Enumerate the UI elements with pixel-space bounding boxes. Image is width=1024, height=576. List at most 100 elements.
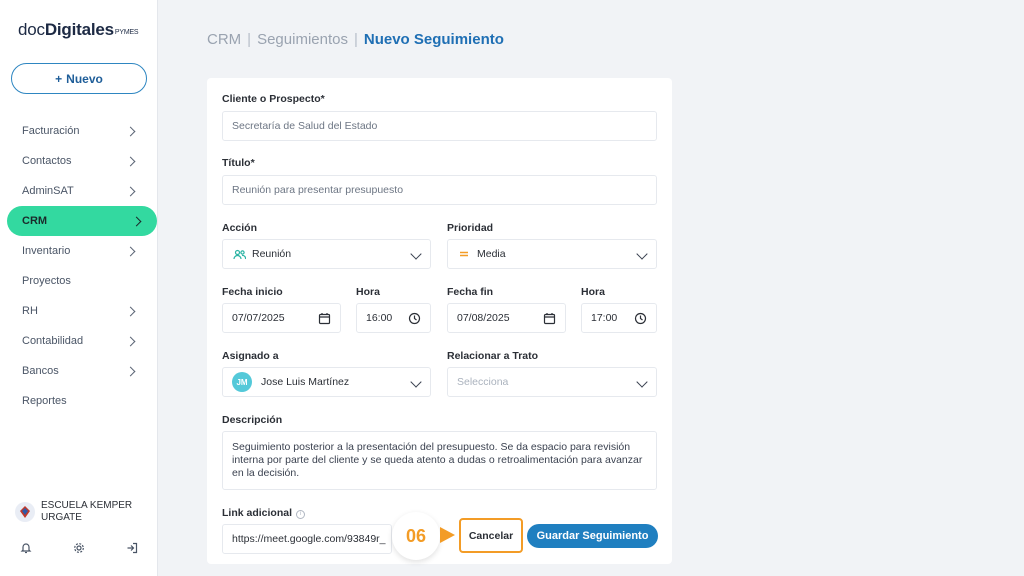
logo-light: doc [18, 20, 45, 39]
sidebar-footer [0, 541, 158, 555]
sidebar-item-inventario[interactable]: Inventario [0, 236, 158, 266]
client-label: Cliente o Prospecto* [222, 93, 325, 105]
chevron-right-icon [125, 306, 136, 316]
title-input[interactable]: Reunión para presentar presupuesto [222, 175, 657, 205]
step-badge: 06 [392, 512, 440, 560]
chevron-right-icon [125, 246, 136, 256]
end-time-label: Hora [581, 286, 605, 298]
clock-icon[interactable] [408, 312, 422, 326]
client-value: Secretaría de Salud del Estado [232, 120, 378, 132]
start-date-value: 07/07/2025 [232, 312, 285, 324]
assigned-select[interactable]: JM Jose Luis Martínez [222, 367, 431, 397]
info-icon[interactable]: i [296, 509, 306, 519]
avatar: JM [232, 372, 252, 392]
cancel-button[interactable]: Cancelar [459, 518, 523, 553]
calendar-icon[interactable] [318, 312, 332, 326]
link-label: Link adicional i [222, 507, 306, 519]
start-time-value: 16:00 [366, 312, 393, 324]
sidebar: docDigitalesPYMES + Nuevo Facturación Co… [0, 0, 158, 576]
chevron-right-icon [125, 156, 136, 166]
sidebar-item-contabilidad[interactable]: Contabilidad [0, 326, 158, 356]
page-title: Nuevo Seguimiento [363, 31, 504, 48]
org-logo-icon [15, 502, 35, 522]
sidebar-item-rh[interactable]: RH [0, 296, 158, 326]
end-date-value: 07/08/2025 [457, 312, 510, 324]
new-button[interactable]: + Nuevo [11, 63, 147, 94]
sidebar-item-contactos[interactable]: Contactos [0, 146, 158, 176]
sidebar-item-bancos[interactable]: Bancos [0, 356, 158, 386]
title-label: Título* [222, 157, 255, 169]
sidebar-item-reportes[interactable]: Reportes [0, 386, 158, 416]
users-icon [232, 249, 246, 260]
sidebar-item-adminsat[interactable]: AdminSAT [0, 176, 158, 206]
calendar-icon[interactable] [543, 312, 557, 326]
logo-suffix: PYMES [114, 29, 139, 36]
chevron-right-icon [125, 336, 136, 346]
sidebar-item-label: AdminSAT [22, 185, 74, 197]
bell-icon[interactable] [19, 541, 33, 555]
sidebar-item-label: Contactos [22, 155, 72, 167]
chevron-right-icon [125, 126, 136, 136]
start-time-label: Hora [356, 286, 380, 298]
end-time-value: 17:00 [591, 312, 618, 324]
link-label-text: Link adicional [222, 507, 293, 519]
chevron-right-icon [131, 216, 142, 226]
action-select[interactable]: Reunión [222, 239, 431, 269]
client-input[interactable]: Secretaría de Salud del Estado [222, 111, 657, 141]
assigned-value: Jose Luis Martínez [261, 376, 350, 388]
sidebar-item-label: Contabilidad [22, 335, 84, 347]
sidebar-item-label: Bancos [22, 365, 59, 377]
breadcrumb-separator: | [247, 31, 252, 48]
chevron-down-icon [636, 376, 648, 388]
chevron-down-icon [410, 248, 422, 260]
action-label: Acción [222, 222, 258, 234]
link-input[interactable]: https://meet.google.com/93849r_ [222, 524, 392, 554]
breadcrumb-separator: | [353, 31, 358, 48]
breadcrumb-seguimientos[interactable]: Seguimientos [257, 31, 348, 48]
deal-placeholder: Selecciona [457, 376, 509, 388]
sidebar-item-label: CRM [22, 215, 48, 227]
deal-select[interactable]: Selecciona [447, 367, 657, 397]
logout-icon[interactable] [125, 541, 139, 555]
arrow-right-icon [440, 527, 455, 543]
description-label: Descripción [222, 414, 283, 426]
link-value: https://meet.google.com/93849r_ [232, 533, 386, 545]
priority-select[interactable]: Media [447, 239, 657, 269]
deal-label: Relacionar a Trato [447, 350, 539, 362]
sidebar-nav: Facturación Contactos AdminSAT CRM Inven… [0, 116, 158, 416]
chevron-down-icon [410, 376, 422, 388]
end-date-label: Fecha fin [447, 286, 494, 298]
chevron-right-icon [125, 186, 136, 196]
description-value: Seguimiento posterior a la presentación … [232, 441, 643, 479]
action-value: Reunión [252, 248, 292, 260]
end-time-input[interactable]: 17:00 [581, 303, 657, 333]
breadcrumb-crm[interactable]: CRM [207, 31, 241, 48]
plus-icon: + [55, 71, 63, 86]
new-button-label: Nuevo [66, 71, 103, 86]
title-value: Reunión para presentar presupuesto [232, 184, 404, 196]
description-textarea[interactable]: Seguimiento posterior a la presentación … [222, 431, 657, 490]
start-date-label: Fecha inicio [222, 286, 283, 298]
priority-label: Prioridad [447, 222, 494, 234]
sidebar-item-label: Reportes [22, 395, 67, 407]
sidebar-item-proyectos[interactable]: Proyectos [0, 266, 158, 296]
sidebar-item-label: Inventario [22, 245, 71, 257]
equals-icon [457, 250, 471, 258]
start-date-input[interactable]: 07/07/2025 [222, 303, 341, 333]
breadcrumb: CRM | Seguimientos | Nuevo Seguimiento [207, 31, 504, 48]
priority-value: Media [477, 248, 506, 260]
assigned-label: Asignado a [222, 350, 279, 362]
end-date-input[interactable]: 07/08/2025 [447, 303, 566, 333]
sidebar-item-facturacion[interactable]: Facturación [0, 116, 158, 146]
sidebar-item-crm[interactable]: CRM [7, 206, 157, 236]
save-follow-up-button[interactable]: Guardar Seguimiento [527, 524, 658, 548]
chevron-down-icon [636, 248, 648, 260]
logo-bold: Digitales [44, 20, 114, 39]
organization-switcher[interactable]: ESCUELA KEMPER URGATE [15, 500, 141, 524]
sidebar-item-label: Facturación [22, 125, 80, 137]
clock-icon[interactable] [634, 312, 648, 326]
sidebar-item-label: Proyectos [22, 275, 71, 287]
gear-icon[interactable] [72, 541, 86, 555]
logo[interactable]: docDigitalesPYMES [18, 20, 139, 40]
start-time-input[interactable]: 16:00 [356, 303, 431, 333]
